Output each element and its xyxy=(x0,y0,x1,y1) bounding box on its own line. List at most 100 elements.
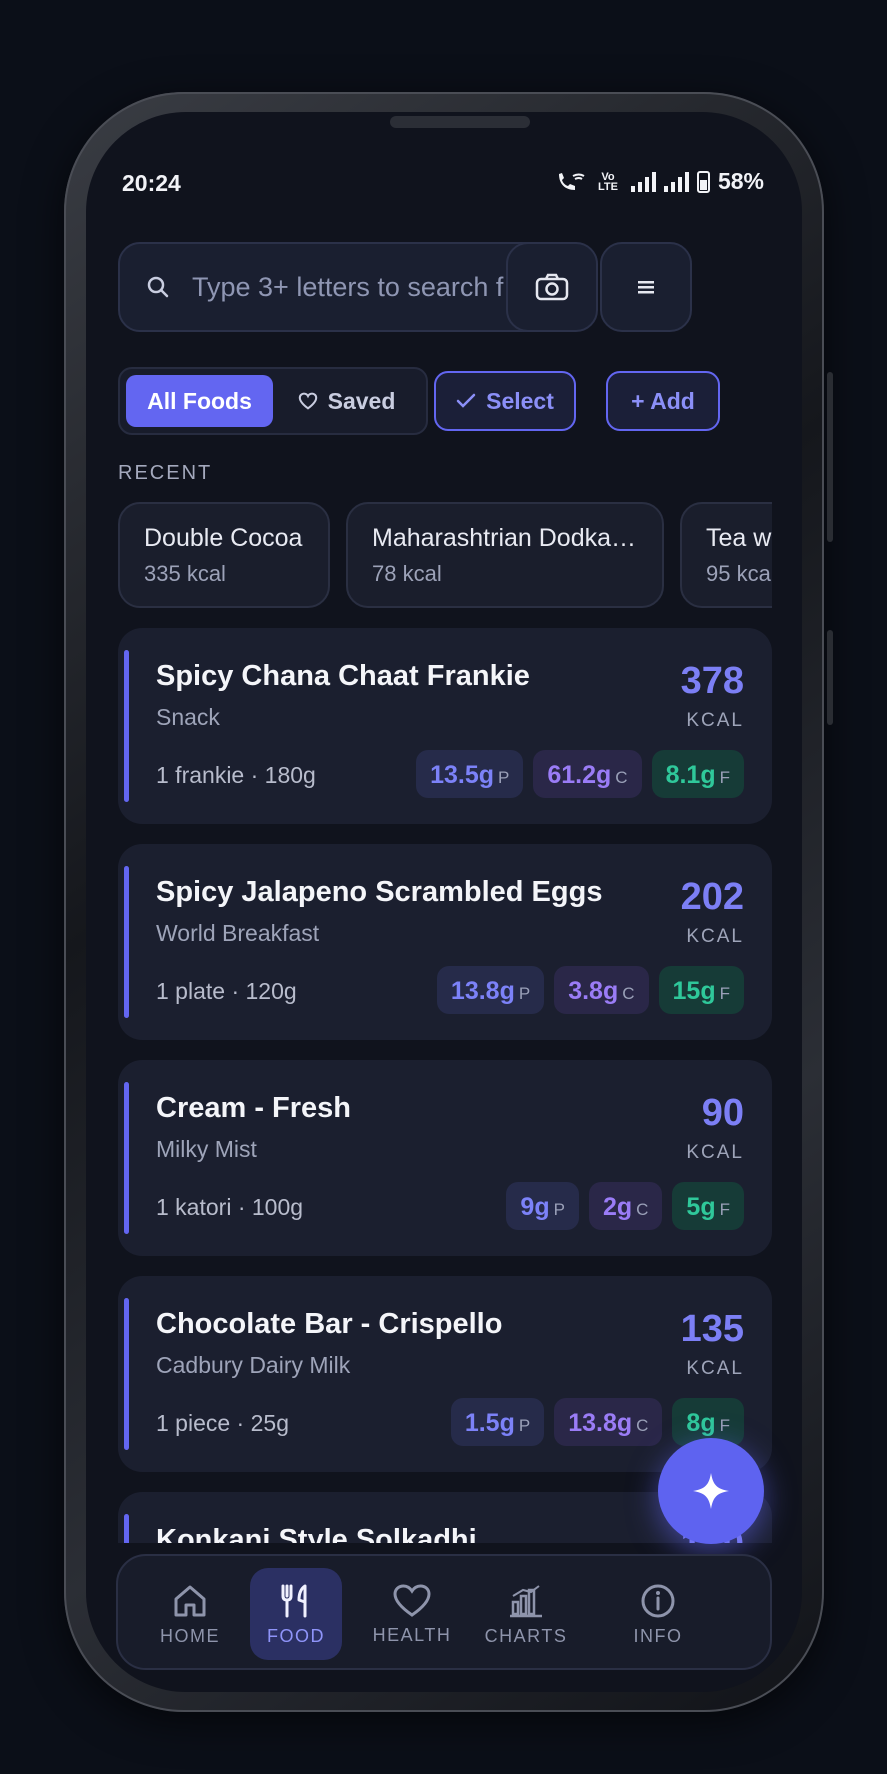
fat-badge: 8.1g F xyxy=(651,750,744,798)
food-kcal: 90 xyxy=(701,1092,744,1134)
info-icon xyxy=(641,1584,675,1617)
food-card[interactable]: Spicy Jalapeno Scrambled Eggs World Brea… xyxy=(118,844,772,1040)
fat-value: 15g xyxy=(672,977,716,1005)
camera-button[interactable] xyxy=(506,242,598,332)
app-screen: 20:24 Vo LTE 58% Type 3+ letters to sear… xyxy=(86,112,802,1692)
status-indicators: Vo LTE 58% xyxy=(555,168,764,195)
nav-food-label: FOOD xyxy=(267,1625,325,1646)
nav-health[interactable]: HEALTH xyxy=(366,1568,458,1660)
tab-saved-label: Saved xyxy=(327,387,396,414)
fat-letter: F xyxy=(719,768,730,787)
macro-badges: 13.8g P 3.8g C 15g F xyxy=(436,966,744,1014)
food-name: Cream - Fresh xyxy=(156,1092,352,1124)
food-kcal-unit: KCAL xyxy=(686,1142,744,1163)
recent-chip-name: Maharashtrian Dodka… xyxy=(372,524,637,552)
recent-chip[interactable]: Tea w 95 kca xyxy=(680,502,772,608)
nav-info[interactable]: INFO xyxy=(612,1568,704,1660)
nav-charts-label: CHARTS xyxy=(484,1625,568,1646)
select-button[interactable]: Select xyxy=(434,371,576,431)
recent-chip-kcal: 335 kcal xyxy=(144,561,226,586)
volume-button xyxy=(827,372,833,542)
nav-food[interactable]: FOOD xyxy=(250,1568,342,1660)
food-portion: 1 frankie · 180g xyxy=(156,762,316,788)
carbs-letter: C xyxy=(636,1200,649,1219)
food-kcal-unit: KCAL xyxy=(686,710,744,731)
signal-icon xyxy=(630,171,656,192)
food-kcal: 378 xyxy=(680,660,744,702)
protein-badge: 9g P xyxy=(506,1182,579,1230)
fork-knife-icon xyxy=(281,1584,307,1617)
food-name: Spicy Jalapeno Scrambled Eggs xyxy=(156,876,603,908)
wifi-call-icon xyxy=(558,172,585,190)
carbs-value: 61.2g xyxy=(547,761,612,789)
fat-letter: F xyxy=(719,984,730,1003)
food-portion: 1 piece · 25g xyxy=(156,1410,289,1436)
fat-letter: F xyxy=(719,1200,730,1219)
recent-section-label: RECENT xyxy=(118,462,213,484)
recent-chip[interactable]: Double Cocoa 335 kcal xyxy=(118,502,330,608)
bottom-nav: HOME FOOD HEALTH CHARTS INFO xyxy=(116,1554,772,1670)
food-name: Chocolate Bar - Crispello xyxy=(156,1308,503,1340)
bar-chart-icon xyxy=(510,1584,542,1617)
carbs-letter: C xyxy=(615,768,628,787)
recent-chip-kcal: 95 kca xyxy=(706,561,771,586)
menu-button[interactable] xyxy=(600,242,692,332)
protein-letter: P xyxy=(518,1416,531,1435)
protein-letter: P xyxy=(553,1200,565,1219)
battery-percent: 58% xyxy=(717,168,764,194)
check-icon xyxy=(456,393,476,408)
protein-letter: P xyxy=(518,984,531,1003)
macro-badges: 9g P 2g C 5g F xyxy=(506,1182,744,1230)
food-portion: 1 plate · 120g xyxy=(156,978,297,1004)
fat-letter: F xyxy=(719,1416,730,1435)
food-kcal-unit: KCAL xyxy=(686,926,744,947)
tab-saved[interactable]: Saved xyxy=(273,375,420,427)
food-card[interactable]: Spicy Chana Chaat Frankie Snack 378 KCAL… xyxy=(118,628,772,824)
select-button-label: Select xyxy=(486,387,554,414)
ai-assist-fab[interactable] xyxy=(658,1438,764,1544)
carbs-value: 2g xyxy=(602,1193,633,1221)
fat-value: 5g xyxy=(686,1193,716,1221)
protein-letter: P xyxy=(498,768,510,787)
food-kcal: 135 xyxy=(680,1308,744,1350)
food-name: Konkani Style Solkadhi xyxy=(156,1524,477,1543)
tab-all-foods[interactable]: All Foods xyxy=(126,375,273,427)
carbs-letter: C xyxy=(622,984,635,1003)
battery-icon xyxy=(696,170,710,193)
protein-value: 1.5g xyxy=(464,1409,515,1437)
fat-badge: 15g F xyxy=(658,966,744,1014)
recent-chip-name: Tea w xyxy=(706,524,772,552)
heart-icon xyxy=(298,392,317,410)
fat-value: 8.1g xyxy=(665,761,716,789)
carbs-letter: C xyxy=(636,1416,649,1435)
nav-charts[interactable]: CHARTS xyxy=(480,1568,572,1660)
protein-value: 9g xyxy=(520,1193,550,1221)
food-card[interactable]: Cream - Fresh Milky Mist 90 KCAL 1 kator… xyxy=(118,1060,772,1256)
carbs-value: 13.8g xyxy=(568,1409,633,1437)
carbs-value: 3.8g xyxy=(568,977,619,1005)
food-list: Spicy Chana Chaat Frankie Snack 378 KCAL… xyxy=(118,628,772,1543)
protein-value: 13.8g xyxy=(450,977,515,1005)
protein-badge: 13.5g P xyxy=(416,750,524,798)
status-time: 20:24 xyxy=(122,170,181,196)
food-category: Milky Mist xyxy=(156,1136,257,1162)
food-portion: 1 katori · 100g xyxy=(156,1194,304,1220)
nav-home[interactable]: HOME xyxy=(144,1568,236,1660)
fat-badge: 5g F xyxy=(672,1182,744,1230)
recent-foods-row: Double Cocoa 335 kcal Maharashtrian Dodk… xyxy=(118,502,772,610)
status-bar: 20:24 Vo LTE 58% xyxy=(86,112,802,202)
recent-chip[interactable]: Maharashtrian Dodka… 78 kcal xyxy=(346,502,664,608)
search-input[interactable] xyxy=(190,270,520,304)
food-category: Cadbury Dairy Milk xyxy=(156,1352,351,1378)
nav-health-label: HEALTH xyxy=(372,1624,452,1645)
food-name: Spicy Chana Chaat Frankie xyxy=(156,660,530,692)
protein-badge: 1.5g P xyxy=(450,1398,545,1446)
food-card[interactable]: Chocolate Bar - Crispello Cadbury Dairy … xyxy=(118,1276,772,1472)
search-bar[interactable] xyxy=(118,242,554,332)
carbs-badge: 13.8g C xyxy=(554,1398,663,1446)
nav-info-label: INFO xyxy=(633,1625,683,1646)
carbs-badge: 61.2g C xyxy=(533,750,642,798)
add-food-button[interactable]: + Add xyxy=(606,371,720,431)
food-filter-toggle: All Foods Saved xyxy=(118,367,428,435)
recent-chip-name: Double Cocoa xyxy=(144,524,303,552)
